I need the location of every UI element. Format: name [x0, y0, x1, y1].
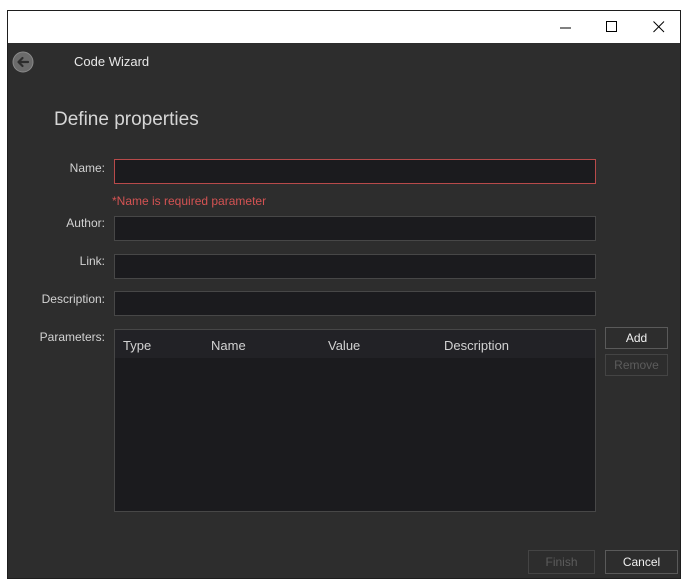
cancel-button[interactable]: Cancel: [605, 550, 678, 574]
parameters-grid[interactable]: Type Name Value Description: [114, 329, 596, 512]
description-label: Description:: [41, 292, 105, 306]
add-button[interactable]: Add: [605, 327, 668, 349]
remove-button[interactable]: Remove: [605, 354, 668, 376]
name-input[interactable]: [114, 159, 596, 184]
link-input[interactable]: [114, 254, 596, 279]
parameters-grid-header: Type Name Value Description: [115, 330, 595, 358]
column-value[interactable]: Value: [328, 338, 360, 353]
section-title: Define properties: [54, 109, 199, 130]
code-wizard-window: Code Wizard Define properties Name: *Nam…: [7, 10, 681, 579]
back-arrow-circle-icon[interactable]: [12, 51, 34, 73]
minimize-button[interactable]: [543, 11, 589, 43]
column-type[interactable]: Type: [123, 338, 151, 353]
maximize-icon: [606, 21, 617, 32]
column-description[interactable]: Description: [444, 338, 509, 353]
close-button[interactable]: [636, 11, 682, 43]
title-bar: [8, 11, 680, 43]
description-input[interactable]: [114, 291, 596, 316]
maximize-button[interactable]: [589, 11, 635, 43]
app-title: Code Wizard: [74, 54, 150, 69]
wizard-header: Code Wizard: [8, 43, 680, 81]
name-label: Name:: [69, 161, 105, 175]
link-label: Link:: [79, 254, 105, 268]
author-input[interactable]: [114, 216, 596, 241]
close-icon: [653, 21, 665, 33]
column-name[interactable]: Name: [211, 338, 246, 353]
name-error-message: *Name is required parameter: [112, 194, 267, 208]
author-label: Author:: [66, 216, 105, 230]
minimize-icon: [560, 27, 571, 29]
parameters-label: Parameters:: [39, 330, 105, 344]
finish-button[interactable]: Finish: [528, 550, 595, 574]
